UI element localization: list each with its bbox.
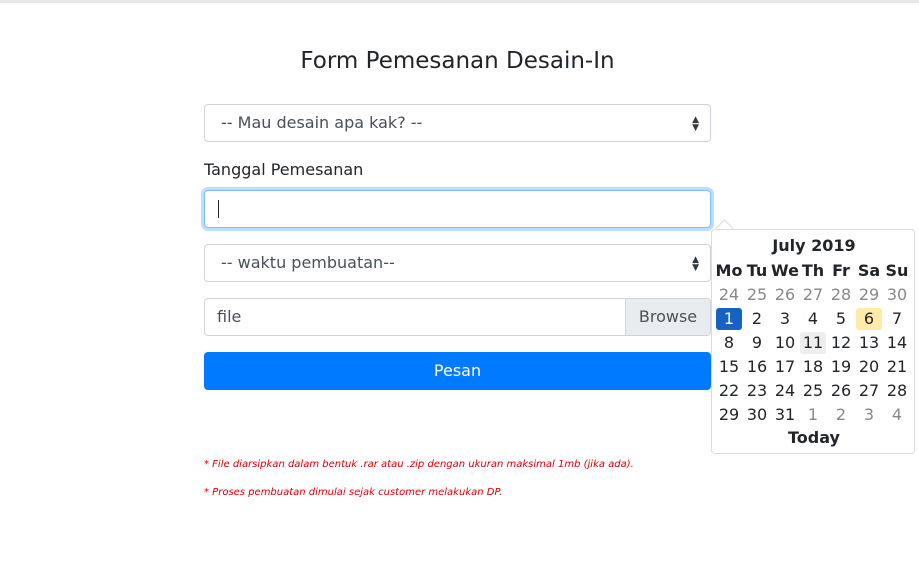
calendar-day[interactable]: 8 (716, 332, 742, 354)
weekday: Sa (857, 261, 881, 280)
calendar-day[interactable]: 3 (772, 308, 798, 330)
calendar-day[interactable]: 24 (716, 284, 742, 306)
calendar-day[interactable]: 2 (828, 404, 854, 426)
calendar-day[interactable]: 30 (884, 284, 910, 306)
calendar-day[interactable]: 7 (884, 308, 910, 330)
calendar-day[interactable]: 17 (772, 356, 798, 378)
calendar-day[interactable]: 2 (744, 308, 770, 330)
select-arrows-icon: ▲ ▼ (692, 115, 699, 133)
calendar-week: 15 16 17 18 19 20 21 (715, 355, 911, 379)
submit-button[interactable]: Pesan (204, 352, 711, 390)
calendar-day[interactable]: 29 (716, 404, 742, 426)
calendar-day[interactable]: 26 (772, 284, 798, 306)
calendar-day[interactable]: 28 (828, 284, 854, 306)
calendar-day[interactable]: 15 (716, 356, 742, 378)
top-border (0, 0, 919, 3)
calendar-day-hovered[interactable]: 11 (800, 332, 826, 354)
calendar-day[interactable]: 31 (772, 404, 798, 426)
design-type-select[interactable]: -- Mau desain apa kak? -- ▲ ▼ (204, 104, 711, 142)
calendar-day[interactable]: 5 (828, 308, 854, 330)
weekday: Tu (746, 261, 768, 280)
calendar-month-title[interactable]: July 2019 (712, 236, 916, 255)
date-label: Tanggal Pemesanan (204, 160, 364, 179)
process-note: * Proses pembuatan dimulai sejak custome… (204, 487, 503, 498)
select-arrows-icon: ▲ ▼ (692, 255, 699, 273)
weekday: Th (801, 261, 825, 280)
today-button[interactable]: Today (712, 428, 916, 447)
weekday-header: Mo Tu We Th Fr Sa Su (715, 260, 911, 282)
calendar-day[interactable]: 1 (800, 404, 826, 426)
calendar-day[interactable]: 3 (856, 404, 882, 426)
weekday: Su (885, 261, 909, 280)
calendar-day[interactable]: 25 (744, 284, 770, 306)
calendar-day[interactable]: 21 (884, 356, 910, 378)
calendar-day[interactable]: 9 (744, 332, 770, 354)
calendar-day[interactable]: 27 (800, 284, 826, 306)
weekday: Fr (832, 261, 850, 280)
calendar-day[interactable]: 12 (828, 332, 854, 354)
calendar-week: 8 9 10 11 12 13 14 (715, 331, 911, 355)
calendar-day-selected[interactable]: 1 (716, 308, 742, 330)
calendar-day[interactable]: 22 (716, 380, 742, 402)
calendar-day[interactable]: 16 (744, 356, 770, 378)
calendar-day[interactable]: 19 (828, 356, 854, 378)
calendar-day[interactable]: 24 (772, 380, 798, 402)
text-caret (218, 200, 219, 218)
file-label: file (217, 307, 242, 326)
calendar-day[interactable]: 13 (856, 332, 882, 354)
calendar-day[interactable]: 23 (744, 380, 770, 402)
calendar-week: 24 25 26 27 28 29 30 (715, 283, 911, 307)
calendar-day[interactable]: 18 (800, 356, 826, 378)
calendar-day[interactable]: 30 (744, 404, 770, 426)
calendar-week: 1 2 3 4 5 6 7 (715, 307, 911, 331)
calendar-day-highlighted[interactable]: 6 (856, 308, 882, 330)
browse-button[interactable]: Browse (625, 299, 710, 335)
file-note: * File diarsipkan dalam bentuk .rar atau… (204, 459, 634, 470)
datepicker: July 2019 Mo Tu We Th Fr Sa Su 24 25 26 … (711, 229, 915, 454)
production-time-select[interactable]: -- waktu pembuatan-- ▲ ▼ (204, 244, 711, 282)
weekday: We (771, 261, 799, 280)
page-title: Form Pemesanan Desain-In (300, 48, 615, 74)
calendar-day[interactable]: 4 (800, 308, 826, 330)
calendar-day[interactable]: 27 (856, 380, 882, 402)
calendar-week: 22 23 24 25 26 27 28 (715, 379, 911, 403)
calendar-week: 29 30 31 1 2 3 4 (715, 403, 911, 427)
weekday: Mo (715, 261, 743, 280)
design-type-select-value: -- Mau desain apa kak? -- (221, 113, 423, 132)
calendar-day[interactable]: 28 (884, 380, 910, 402)
date-input[interactable] (204, 190, 711, 228)
calendar-day[interactable]: 14 (884, 332, 910, 354)
calendar-day[interactable]: 25 (800, 380, 826, 402)
calendar-day[interactable]: 26 (828, 380, 854, 402)
file-upload-input[interactable]: file Browse (204, 298, 711, 336)
calendar-day[interactable]: 4 (884, 404, 910, 426)
calendar-day[interactable]: 10 (772, 332, 798, 354)
calendar-day[interactable]: 20 (856, 356, 882, 378)
production-time-select-value: -- waktu pembuatan-- (221, 253, 395, 272)
calendar-day[interactable]: 29 (856, 284, 882, 306)
